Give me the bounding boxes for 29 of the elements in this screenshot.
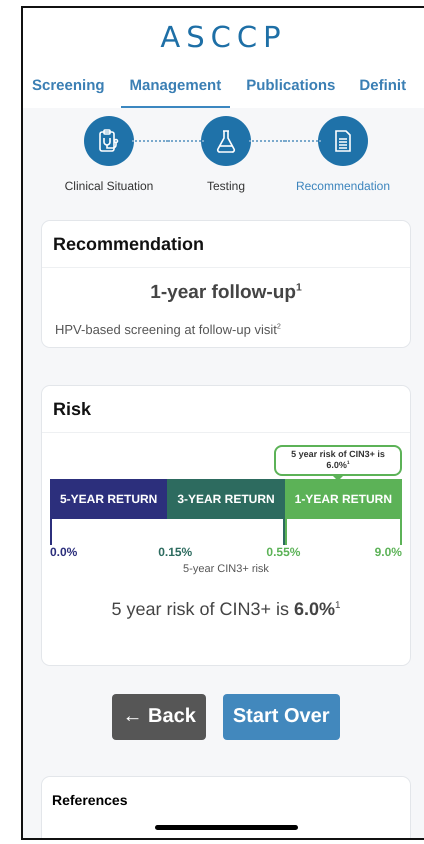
risk-segment: 3-YEAR RETURN (167, 478, 285, 518)
step-button[interactable] (201, 116, 251, 166)
clipboard-stethoscope-icon (98, 129, 120, 153)
step-label: Clinical Situation (64, 179, 154, 193)
nav-tab[interactable]: Definit (351, 71, 414, 108)
flask-icon (215, 129, 237, 153)
card-title: Risk (42, 386, 410, 433)
recommendation-detail: HPV-based screening at follow-up visit$^{2}$ (55, 322, 282, 337)
tick-label: 9.0% (374, 544, 402, 558)
step-label: Testing (206, 179, 246, 193)
tick-label: 0.55% (266, 544, 302, 558)
document-icon (333, 129, 353, 153)
tick-label: 0.0% (50, 544, 78, 558)
back-button[interactable]: ← Back (112, 694, 206, 740)
axis-label: 5-year CIN3+ risk (182, 562, 270, 574)
risk-segment: 5-YEAR RETURN (50, 478, 168, 518)
risk-segment: 1-YEAR RETURN (284, 478, 402, 518)
risk-summary: 5 year risk of CIN3+ is 6.0%$^{1}$ (110, 598, 342, 620)
recommendation-headline: 1-year follow-up$^{1}$ (149, 282, 303, 304)
step-button[interactable] (84, 116, 134, 166)
card-title: Recommendation (42, 221, 410, 268)
tick-label: 0.15% (158, 544, 194, 558)
nav-tab[interactable]: Publications (238, 71, 344, 108)
logo: ASCCP (159, 19, 288, 56)
card-title: References (52, 792, 128, 808)
step-label: Recommendation (296, 179, 390, 193)
step-button[interactable] (318, 116, 368, 166)
nav-tab[interactable]: Screening (23, 71, 113, 108)
start-over-button[interactable]: Start Over (222, 694, 340, 740)
